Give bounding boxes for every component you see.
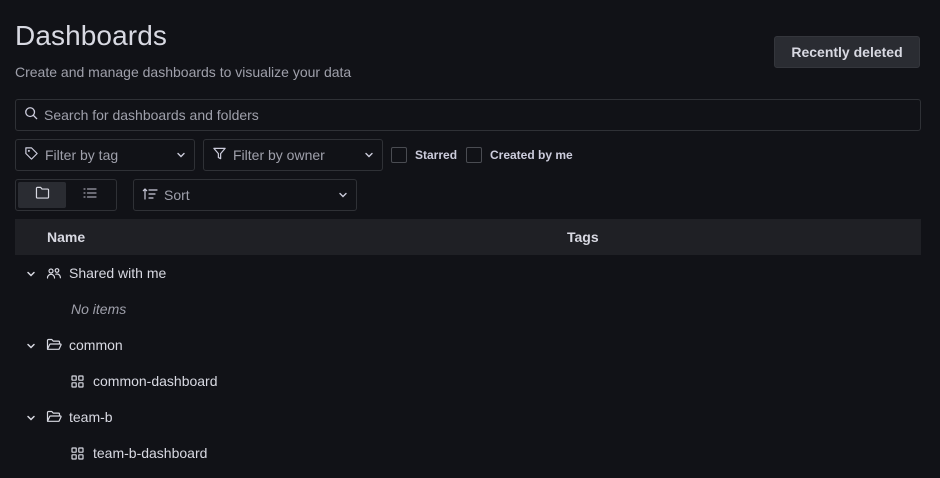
dashboard-row-common-dashboard[interactable]: common-dashboard (15, 363, 921, 399)
apps-icon (71, 447, 84, 463)
chevron-down-icon (338, 187, 348, 203)
dashboard-row-team-b-dashboard[interactable]: team-b-dashboard (15, 435, 921, 471)
page-title: Dashboards (15, 20, 167, 51)
list-icon (83, 186, 97, 204)
empty-folder-row: No items (15, 291, 921, 327)
apps-icon (71, 375, 84, 391)
sort-label: Sort (164, 187, 190, 203)
folder-row-team-b[interactable]: team-b (15, 399, 921, 435)
sort-select[interactable]: Sort (133, 179, 357, 211)
created-by-me-checkbox[interactable]: Created by me (466, 147, 573, 163)
column-header-tags: Tags (567, 229, 599, 245)
table-header: Name Tags (15, 219, 921, 255)
tag-icon (24, 146, 39, 164)
folder-icon (35, 186, 50, 204)
chevron-down-icon[interactable] (25, 411, 37, 427)
created-by-me-label: Created by me (490, 148, 573, 162)
folder-open-icon (46, 410, 62, 427)
page-subtitle: Create and manage dashboards to visualiz… (15, 64, 352, 80)
sort-amount-icon (142, 187, 158, 204)
folder-view-button[interactable] (18, 182, 66, 208)
view-mode-toggle (15, 179, 117, 211)
no-items-label: No items (71, 301, 127, 317)
users-icon (46, 266, 62, 283)
starred-checkbox[interactable]: Starred (391, 147, 457, 163)
starred-checkbox-box[interactable] (391, 147, 407, 163)
folder-row-common[interactable]: common (15, 327, 921, 363)
starred-label: Starred (415, 148, 458, 162)
dashboards-page: Dashboards Create and manage dashboards … (0, 0, 940, 478)
search-box[interactable] (15, 99, 921, 131)
search-input[interactable] (44, 107, 904, 123)
folder-row-shared-with-me[interactable]: Shared with me (15, 255, 921, 291)
filter-by-owner-label: Filter by owner (233, 147, 325, 163)
folder-open-icon (46, 338, 62, 355)
search-icon (24, 106, 38, 125)
chevron-down-icon[interactable] (25, 339, 37, 355)
chevron-down-icon (364, 147, 374, 163)
dashboard-link[interactable]: team-b-dashboard (93, 445, 207, 461)
recently-deleted-button[interactable]: Recently deleted (774, 36, 920, 68)
filter-icon (212, 146, 227, 164)
folder-name[interactable]: Shared with me (69, 265, 166, 281)
created-by-me-checkbox-box[interactable] (466, 147, 482, 163)
chevron-down-icon[interactable] (25, 267, 37, 283)
folder-name[interactable]: team-b (69, 409, 113, 425)
list-view-button[interactable] (66, 182, 114, 208)
folder-name[interactable]: common (69, 337, 123, 353)
filter-by-owner-select[interactable]: Filter by owner (203, 139, 383, 171)
chevron-down-icon (176, 147, 186, 163)
filter-by-tag-select[interactable]: Filter by tag (15, 139, 195, 171)
column-header-name[interactable]: Name (47, 229, 85, 245)
filter-by-tag-label: Filter by tag (45, 147, 119, 163)
dashboard-link[interactable]: common-dashboard (93, 373, 218, 389)
